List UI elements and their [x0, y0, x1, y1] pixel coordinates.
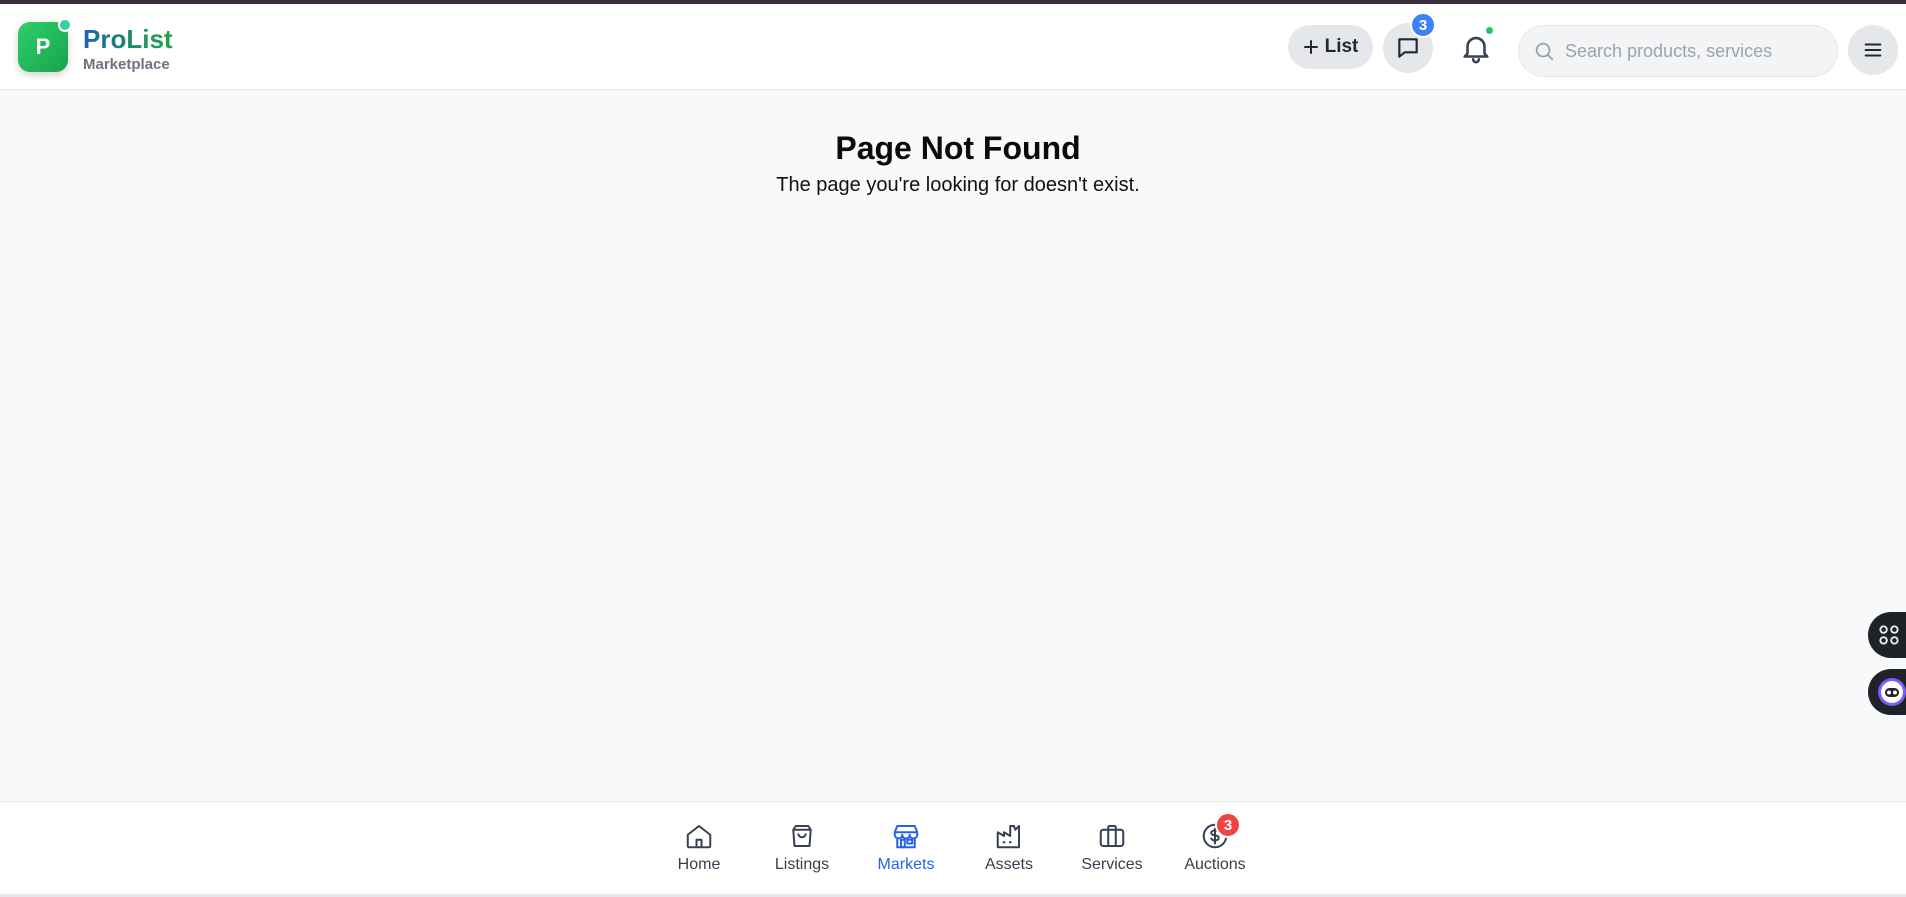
assistant-floating-button[interactable] [1868, 669, 1906, 715]
nav-item-listings[interactable]: Listings [752, 820, 852, 874]
nav-item-assets[interactable]: Assets [959, 820, 1059, 874]
nav-item-label: Assets [984, 856, 1033, 873]
home-icon [686, 825, 712, 849]
nav-item-label: Listings [774, 856, 830, 873]
search-input[interactable] [1565, 40, 1825, 62]
apps-grid-icon [1879, 625, 1899, 645]
plus-icon [1303, 40, 1318, 54]
logo-icon[interactable]: P [18, 18, 72, 72]
menu-button[interactable] [1848, 25, 1898, 75]
bottom-navigation: Home Listings Markets Assets Services Au… [0, 801, 1906, 897]
briefcase-icon [1099, 825, 1125, 847]
not-found-message: The page you're looking for doesn't exis… [776, 174, 1140, 196]
logo-status-dot [58, 18, 72, 32]
auctions-count-badge: 3 [1215, 812, 1241, 838]
store-icon [893, 825, 919, 849]
nav-item-label: Markets [877, 856, 935, 873]
brand-name[interactable]: ProList [83, 24, 173, 55]
chat-icon [1398, 38, 1418, 58]
search-icon [1535, 42, 1554, 61]
nav-item-label: Services [1081, 856, 1143, 873]
apps-floating-button[interactable] [1868, 612, 1906, 658]
notification-dot [1484, 25, 1495, 36]
top-header: P ProList Marketplace List [0, 4, 1906, 90]
nav-item-home[interactable]: Home [649, 820, 749, 874]
add-listing-button[interactable]: List [1288, 25, 1373, 69]
nav-item-label: Auctions [1184, 856, 1246, 873]
shopping-bag-icon [792, 825, 812, 847]
list-button-label: List [1324, 36, 1359, 57]
page-title: Page Not Found [835, 130, 1081, 166]
factory-icon [996, 825, 1020, 849]
nav-item-label: Home [677, 856, 721, 873]
logo-letter: P [35, 34, 51, 59]
assistant-bot-icon [1878, 678, 1906, 706]
brand-subtitle: Marketplace [83, 56, 170, 73]
nav-item-services[interactable]: Services [1062, 820, 1162, 874]
messages-count-badge: 3 [1410, 12, 1436, 38]
search-bar [1518, 25, 1838, 77]
nav-item-markets[interactable]: Markets [856, 820, 956, 874]
hamburger-menu-icon [1864, 43, 1882, 57]
